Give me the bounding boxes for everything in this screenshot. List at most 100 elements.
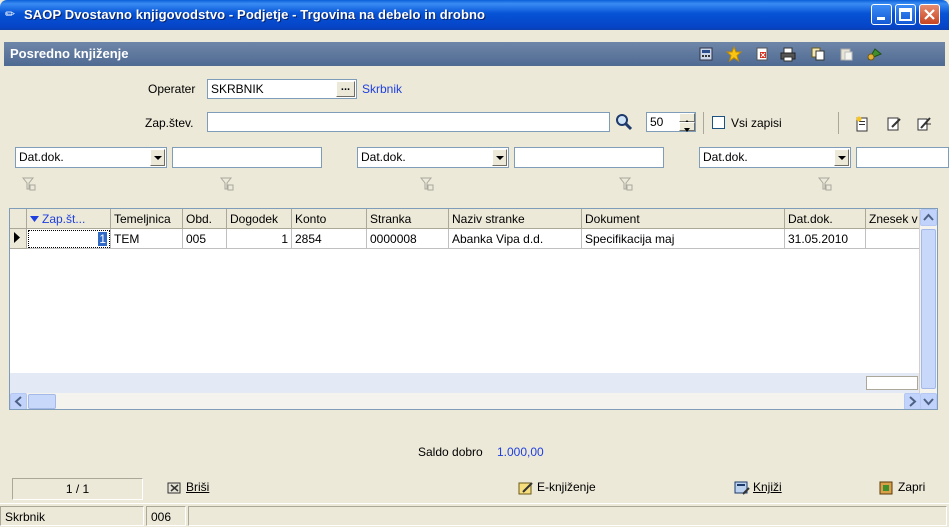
operater-browse-button[interactable]: ...: [336, 81, 355, 97]
close-button[interactable]: [919, 4, 940, 25]
minimize-icon: [877, 17, 885, 20]
favorite-star-icon[interactable]: [726, 46, 742, 62]
filter-icon[interactable]: [619, 177, 633, 191]
column-header-zap-st[interactable]: Zap.št...: [27, 209, 111, 229]
window-title: SAOP Dvostavno knjigovodstvo - Podjetje …: [24, 7, 486, 22]
sort-combo-1[interactable]: Dat.dok.: [15, 147, 167, 168]
horizontal-scrollbar[interactable]: [10, 393, 921, 409]
brisi-button[interactable]: Briši: [166, 480, 209, 500]
data-grid[interactable]: Zap.št... Temeljnica Obd. Dogodek Konto …: [9, 208, 938, 410]
e-knjizenje-label: E-knjiženje: [537, 480, 596, 495]
zap-stev-label: Zap.štev.: [145, 116, 194, 130]
scroll-left-button[interactable]: [10, 393, 27, 409]
table-cell-stranka[interactable]: 0000008: [367, 229, 449, 249]
brisi-label: Briši: [186, 480, 210, 495]
form-title: Posredno knjiženje: [10, 46, 129, 61]
current-row-arrow-icon: [14, 232, 20, 243]
status-user: Skrbnik: [0, 506, 144, 526]
column-header-temeljnica[interactable]: Temeljnica: [111, 209, 183, 229]
row-indicator[interactable]: [10, 229, 27, 249]
edit-record-icon[interactable]: [886, 116, 902, 132]
scroll-up-button[interactable]: [920, 209, 937, 226]
table-cell-obd[interactable]: 005: [183, 229, 227, 249]
table-cell-dat-dok[interactable]: 31.05.2010: [785, 229, 866, 249]
copy-icon[interactable]: [810, 46, 826, 62]
print-icon[interactable]: [780, 46, 796, 62]
status-extra: [188, 506, 947, 526]
column-header-zap-st-label: Zap.št...: [42, 212, 86, 226]
spinner-down-button[interactable]: [679, 122, 695, 132]
vertical-scrollbar[interactable]: [919, 209, 937, 409]
filter-icon[interactable]: [22, 177, 36, 191]
table-cell-temeljnica[interactable]: TEM: [111, 229, 183, 249]
filter-icon[interactable]: [220, 177, 234, 191]
table-cell-naziv-stranke[interactable]: Abanka Vipa d.d.: [449, 229, 582, 249]
close-form-icon: [879, 481, 893, 495]
scroll-down-button[interactable]: [920, 393, 937, 409]
filter-icon[interactable]: [818, 177, 832, 191]
sort-combo-2-value: Dat.dok.: [361, 150, 406, 164]
zapri-button[interactable]: Zapri: [878, 480, 925, 500]
window-titlebar: ✏ SAOP Dvostavno knjigovodstvo - Podjetj…: [0, 0, 949, 30]
status-code: 006: [146, 506, 186, 526]
column-header-dokument[interactable]: Dokument: [582, 209, 785, 229]
calculator-icon[interactable]: [698, 46, 714, 62]
exit-door-icon[interactable]: [866, 46, 882, 62]
e-knjizenje-button[interactable]: E-knjiženje: [517, 480, 596, 500]
table-cell-dogodek[interactable]: 1: [227, 229, 292, 249]
zapri-label: Zapri: [898, 480, 926, 495]
sort-text-1[interactable]: [172, 147, 322, 168]
delete-document-icon[interactable]: [754, 46, 770, 62]
record-position: 1 / 1: [12, 478, 143, 500]
chevron-down-icon[interactable]: [150, 149, 165, 166]
sort-desc-icon: [30, 216, 39, 222]
table-cell-konto[interactable]: 2854: [292, 229, 367, 249]
edit-all-icon[interactable]: [916, 116, 932, 132]
vsi-zapisi-checkbox[interactable]: [712, 116, 725, 129]
scroll-right-button[interactable]: [904, 393, 921, 409]
operater-input[interactable]: SKRBNIK: [207, 79, 357, 99]
grid-footer-band: [10, 373, 921, 393]
total-cell: [866, 376, 918, 390]
delete-icon: [167, 482, 181, 494]
table-cell-znesek[interactable]: [866, 229, 921, 249]
table-cell-dokument[interactable]: Specifikacija maj: [582, 229, 785, 249]
zap-stev-input[interactable]: [207, 112, 610, 132]
column-header-stranka[interactable]: Stranka: [367, 209, 449, 229]
column-header-dat-dok[interactable]: Dat.dok.: [785, 209, 866, 229]
operater-label: Operater: [148, 82, 196, 96]
column-header-naziv-stranke[interactable]: Naziv stranke: [449, 209, 582, 229]
knjizi-label: Knjiži: [753, 480, 782, 495]
chevron-down-icon[interactable]: [834, 149, 849, 166]
filter-icon[interactable]: [420, 177, 434, 191]
table-cell-zap[interactable]: 1: [27, 229, 111, 249]
chevron-down-icon: [684, 128, 690, 132]
table-cell-dogodek-value: 1: [281, 232, 288, 246]
search-icon[interactable]: [615, 113, 633, 131]
new-record-icon[interactable]: [854, 116, 870, 132]
column-header-dogodek[interactable]: Dogodek: [227, 209, 292, 229]
column-header-znesek[interactable]: Znesek v: [866, 209, 921, 229]
sort-combo-1-value: Dat.dok.: [19, 150, 64, 164]
spinner-up-button[interactable]: [679, 113, 695, 124]
form-header: Posredno knjiženje: [4, 42, 945, 66]
column-header-obd[interactable]: Obd.: [183, 209, 227, 229]
close-icon: [924, 9, 935, 20]
sort-combo-2[interactable]: Dat.dok.: [357, 147, 509, 168]
saldo-label: Saldo dobro: [418, 445, 483, 459]
column-header-konto[interactable]: Konto: [292, 209, 367, 229]
minimize-button[interactable]: [871, 4, 892, 25]
status-bar: Skrbnik 006: [0, 503, 949, 527]
sort-text-2[interactable]: [514, 147, 664, 168]
e-booking-icon: [518, 482, 533, 495]
sort-combo-3[interactable]: Dat.dok.: [699, 147, 851, 168]
vertical-scroll-thumb[interactable]: [921, 229, 936, 389]
chevron-up-icon: [923, 213, 934, 221]
sort-text-3[interactable]: [856, 147, 949, 168]
knjizi-button[interactable]: Knjiži: [733, 480, 782, 500]
chevron-down-icon[interactable]: [492, 149, 507, 166]
maximize-button[interactable]: [895, 4, 916, 25]
vsi-zapisi-label: Vsi zapisi: [731, 116, 782, 130]
horizontal-scroll-thumb[interactable]: [28, 394, 56, 409]
separator: [703, 112, 704, 134]
